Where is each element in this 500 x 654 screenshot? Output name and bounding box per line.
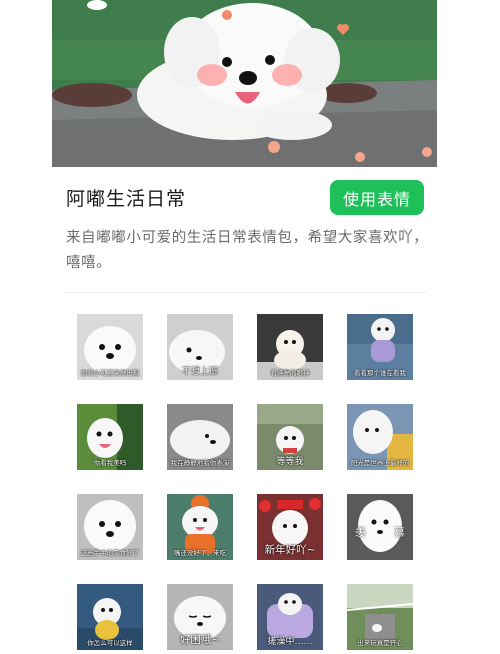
sticker-item[interactable]: 你的小可爱突然出现	[77, 314, 143, 380]
sticker-item[interactable]: 嘴还没好了，来吃	[167, 494, 233, 560]
sticker-item[interactable]: 你看我美吗	[77, 404, 143, 470]
sticker-item[interactable]: 羡 慕	[347, 494, 413, 560]
sticker-item[interactable]: 不想上班	[167, 314, 233, 380]
sticker-item[interactable]: 阳光是世界上最好的	[347, 404, 413, 470]
sticker-caption: 这些手中的零食好了	[80, 549, 140, 557]
sticker-caption: 好困哦~	[179, 634, 221, 646]
pack-title: 阿嘟生活日常	[66, 188, 187, 210]
sticker-item[interactable]: 好困哦~	[167, 584, 233, 650]
sticker-item[interactable]: 你怎么可以这样	[77, 584, 143, 650]
sticker-item[interactable]: 看漂亮的眼神	[257, 314, 323, 380]
sticker-caption: 新年好吖~	[264, 544, 316, 556]
sticker-caption: 我在静静地看你表演	[170, 459, 230, 467]
sticker-right-text: 慕	[394, 526, 405, 539]
sticker-caption: 你的小可爱突然出现	[80, 369, 140, 377]
sticker-item[interactable]: 出来玩真是开心	[347, 584, 413, 650]
sticker-caption: 不想上班	[181, 367, 218, 377]
divider	[66, 292, 426, 293]
sticker-item[interactable]: 等等我	[257, 404, 323, 470]
banner-image	[52, 0, 437, 167]
use-sticker-button[interactable]: 使用表情	[330, 180, 424, 215]
sticker-item[interactable]: 这些手中的零食好了	[77, 494, 143, 560]
sticker-caption: 出来玩真是开心	[357, 639, 403, 647]
sticker-caption: 你怎么可以这样	[87, 639, 133, 647]
sticker-caption: 你看我美吗	[93, 459, 127, 467]
sticker-item[interactable]: 看看那个谁在看我	[347, 314, 413, 380]
sticker-item[interactable]: 搓澡中……	[257, 584, 323, 650]
sticker-left-text: 羡	[355, 526, 366, 539]
sticker-caption: 阳光是世界上最好的	[350, 459, 410, 467]
sticker-caption: 搓澡中……	[267, 637, 313, 647]
sticker-caption: 嘴还没好了，来吃	[174, 549, 226, 557]
sticker-caption: 看看那个谁在看我	[354, 369, 406, 377]
pack-description: 来自嘟嘟小可爱的生活日常表情包，希望大家喜欢吖，嘻嘻。	[66, 230, 429, 271]
sticker-caption: 看漂亮的眼神	[270, 369, 310, 377]
sticker-item[interactable]: 我在静静地看你表演	[167, 404, 233, 470]
sticker-caption: 等等我	[276, 457, 304, 467]
sticker-item[interactable]: 新年好吖~	[257, 494, 323, 560]
